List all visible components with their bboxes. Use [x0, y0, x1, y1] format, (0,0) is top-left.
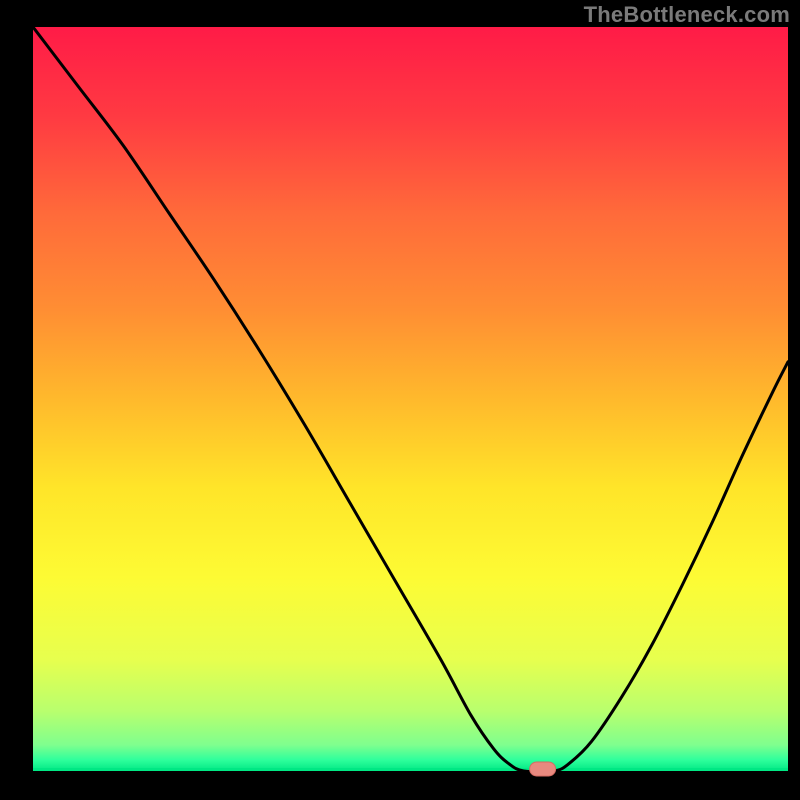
chart-frame: { "watermark": "TheBottleneck.com", "col…: [0, 0, 800, 800]
plot-background: [33, 27, 788, 771]
watermark-text: TheBottleneck.com: [584, 2, 790, 28]
chart-svg: [0, 0, 800, 800]
optimal-marker: [530, 762, 556, 776]
